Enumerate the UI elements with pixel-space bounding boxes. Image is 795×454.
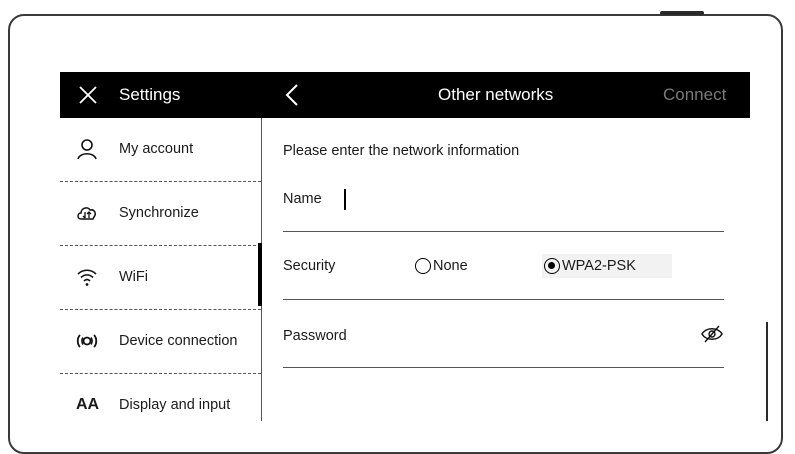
sidebar-item-synchronize[interactable]: Synchronize — [60, 182, 261, 246]
text-cursor — [344, 189, 346, 210]
password-input[interactable] — [362, 320, 692, 352]
security-underline — [283, 299, 724, 300]
connect-button[interactable]: Connect — [663, 85, 726, 105]
security-label: Security — [283, 258, 336, 274]
device-side-edge — [766, 322, 768, 421]
top-bar: Settings Other networks Connect — [60, 72, 750, 118]
settings-sidebar: My account Synchronize WiFi Device conne… — [60, 118, 261, 421]
name-input[interactable] — [342, 184, 724, 216]
device-power-button — [660, 11, 704, 15]
sidebar-item-wifi[interactable]: WiFi — [60, 246, 261, 310]
wifi-icon — [77, 269, 97, 286]
sidebar-item-my-account[interactable]: My account — [60, 118, 261, 182]
password-label: Password — [283, 328, 347, 344]
page-title: Other networks — [438, 85, 554, 104]
password-underline — [283, 367, 724, 368]
sidebar-item-label: Device connection — [119, 333, 238, 349]
font-size-icon: AA — [76, 396, 100, 413]
sidebar-item-label: WiFi — [119, 269, 148, 285]
form-instruction: Please enter the network information — [283, 143, 520, 159]
name-label: Name — [283, 191, 322, 207]
sidebar-item-label: My account — [119, 141, 194, 157]
back-chevron-icon[interactable] — [282, 83, 302, 107]
close-icon[interactable] — [78, 85, 98, 105]
broadcast-icon — [76, 334, 98, 348]
name-underline — [283, 231, 724, 232]
security-none-radio[interactable] — [415, 258, 431, 274]
network-form: Please enter the network information Nam… — [262, 118, 750, 421]
eye-off-icon[interactable] — [701, 325, 723, 343]
sidebar-item-label: Display and input — [119, 397, 231, 413]
person-icon — [77, 139, 97, 160]
cloud-sync-icon — [77, 207, 96, 220]
settings-screen: Settings Other networks Connect My accou… — [60, 72, 750, 421]
security-wpa2-radio[interactable] — [544, 258, 560, 274]
radio-selected-dot — [548, 262, 555, 269]
sidebar-item-device-connection[interactable]: Device connection — [60, 310, 261, 374]
security-wpa2-label[interactable]: WPA2-PSK — [562, 258, 636, 274]
settings-title: Settings — [119, 85, 181, 104]
sidebar-item-label: Synchronize — [119, 205, 199, 221]
sidebar-item-display-and-input[interactable]: AA Display and input — [60, 374, 261, 421]
security-none-label[interactable]: None — [433, 258, 468, 274]
